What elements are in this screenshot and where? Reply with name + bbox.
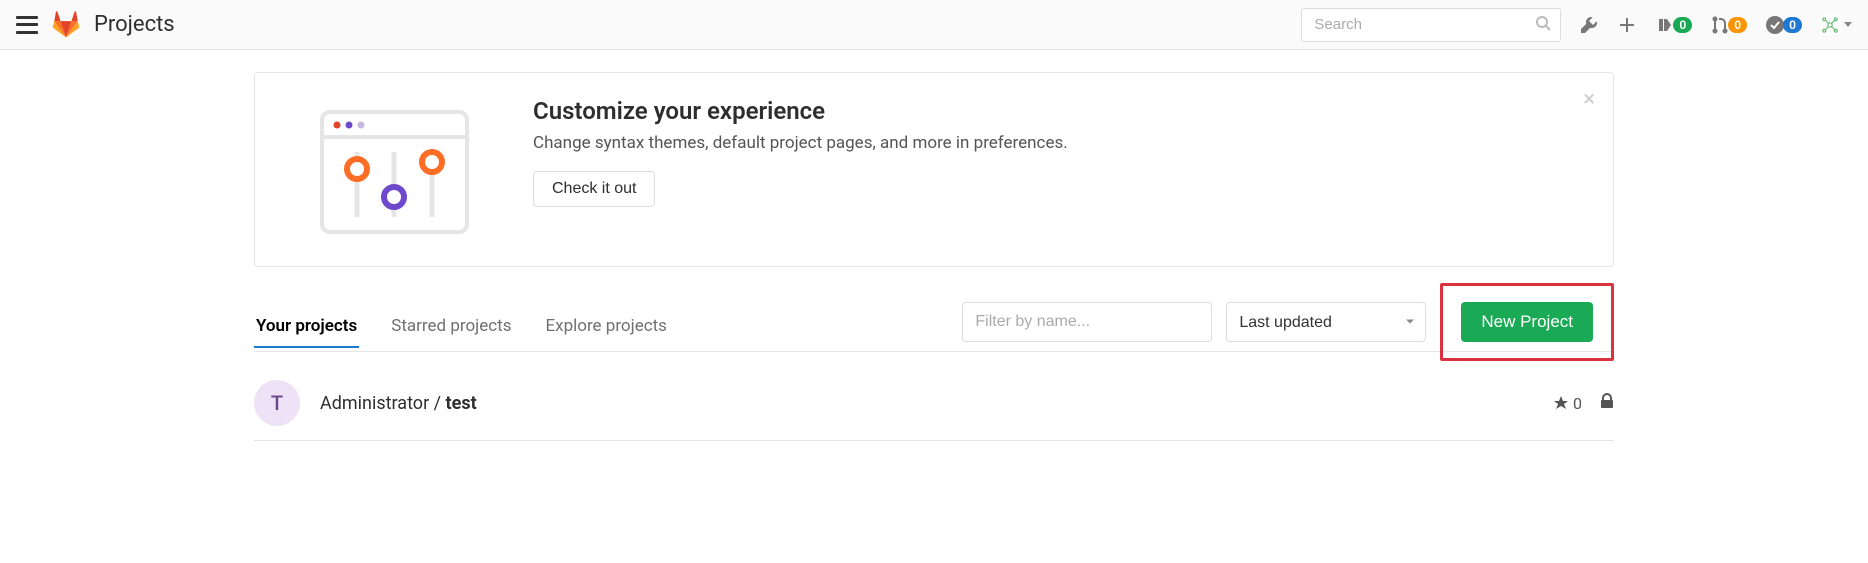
page-title: Projects xyxy=(94,12,175,37)
project-row[interactable]: T Administrator / test 0 xyxy=(254,366,1614,441)
search-icon xyxy=(1535,15,1551,35)
banner-desc: Change syntax themes, default project pa… xyxy=(533,133,1581,153)
main-container: × Customize your experience Change synta… xyxy=(184,72,1684,441)
mr-badge: 0 xyxy=(1728,17,1747,33)
close-icon[interactable]: × xyxy=(1583,87,1595,112)
hamburger-menu-icon[interactable] xyxy=(16,16,38,34)
project-title: test xyxy=(446,393,477,414)
new-project-highlight: New Project xyxy=(1440,283,1614,361)
tabs-row: Your projects Starred projects Explore p… xyxy=(254,301,1614,352)
user-avatar[interactable] xyxy=(1820,15,1852,35)
tabs: Your projects Starred projects Explore p… xyxy=(254,306,932,347)
project-avatar: T xyxy=(254,380,300,426)
issues-icon[interactable]: 0 xyxy=(1655,15,1692,35)
stars-count: 0 xyxy=(1553,394,1582,413)
plus-icon[interactable] xyxy=(1617,15,1637,35)
topbar-right: 0 0 0 xyxy=(1301,8,1852,42)
topbar: Projects 0 0 0 xyxy=(0,0,1868,50)
search-wrap xyxy=(1301,8,1561,42)
todos-badge: 0 xyxy=(1783,17,1802,33)
project-name: Administrator / test xyxy=(320,393,1553,414)
tab-explore-projects[interactable]: Explore projects xyxy=(543,306,668,348)
topbar-left: Projects xyxy=(16,11,175,39)
banner-illustration xyxy=(287,97,497,242)
project-list: T Administrator / test 0 xyxy=(254,366,1614,441)
check-it-out-button[interactable]: Check it out xyxy=(533,171,655,207)
gitlab-logo-icon[interactable] xyxy=(52,11,80,39)
merge-requests-icon[interactable]: 0 xyxy=(1710,15,1747,35)
controls: Last updated New Project xyxy=(962,301,1614,351)
project-meta: 0 xyxy=(1553,393,1614,413)
filter-input[interactable] xyxy=(962,302,1212,342)
tab-starred-projects[interactable]: Starred projects xyxy=(389,306,513,348)
customize-banner: × Customize your experience Change synta… xyxy=(254,72,1614,267)
project-owner: Administrator xyxy=(320,393,429,414)
todos-icon[interactable]: 0 xyxy=(1765,15,1802,35)
sort-select-wrap[interactable]: Last updated xyxy=(1226,302,1426,342)
banner-content: Customize your experience Change syntax … xyxy=(533,97,1581,242)
tab-your-projects[interactable]: Your projects xyxy=(254,306,359,348)
banner-title: Customize your experience xyxy=(533,97,1581,125)
search-input[interactable] xyxy=(1301,8,1561,42)
star-icon xyxy=(1553,395,1569,411)
admin-wrench-icon[interactable] xyxy=(1579,15,1599,35)
chevron-down-icon xyxy=(1844,22,1852,27)
sort-select[interactable]: Last updated xyxy=(1226,302,1426,342)
lock-icon xyxy=(1600,393,1614,413)
new-project-button[interactable]: New Project xyxy=(1461,302,1593,342)
issues-badge: 0 xyxy=(1673,17,1692,33)
